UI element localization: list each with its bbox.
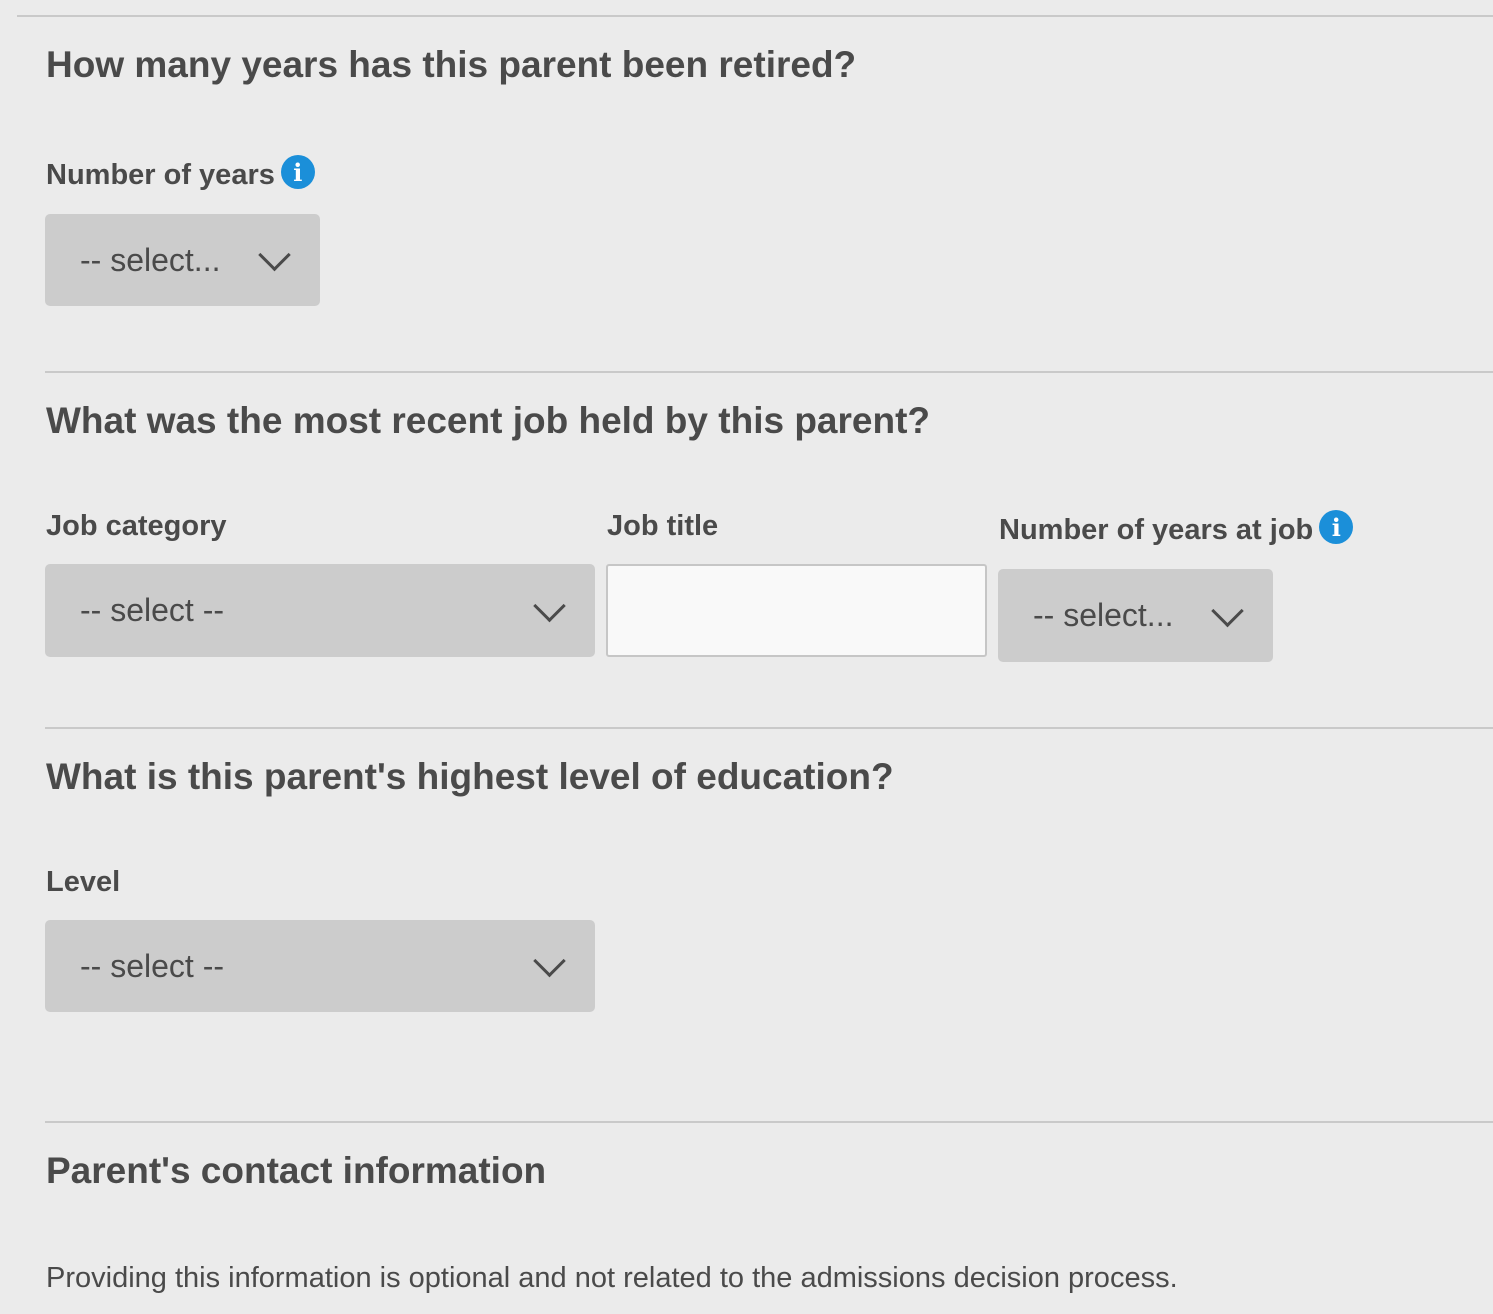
job-title-input[interactable] bbox=[606, 564, 987, 657]
years-at-job-label: Number of years at job bbox=[999, 513, 1314, 546]
recent-job-question: What was the most recent job held by thi… bbox=[46, 400, 931, 441]
education-question: What is this parent's highest level of e… bbox=[46, 756, 894, 797]
years-at-job-label-group: Number of years at job i bbox=[999, 510, 1354, 547]
years-at-job-select[interactable]: -- select... bbox=[998, 569, 1273, 662]
section-divider bbox=[17, 15, 1493, 17]
years-at-job-select-value: -- select... bbox=[1033, 597, 1174, 633]
education-level-select-value: -- select -- bbox=[80, 947, 224, 984]
job-title-label: Job title bbox=[607, 510, 719, 542]
section-divider bbox=[45, 1121, 1493, 1123]
years-retired-label: Number of years bbox=[46, 158, 275, 191]
chevron-down-icon bbox=[1211, 594, 1244, 627]
chevron-down-icon bbox=[533, 944, 566, 978]
parent-info-form: How many years has this parent been reti… bbox=[0, 0, 1493, 1314]
chevron-down-icon bbox=[533, 589, 566, 622]
years-retired-select-value: -- select... bbox=[80, 241, 221, 278]
retired-years-question: How many years has this parent been reti… bbox=[46, 44, 857, 85]
section-divider bbox=[45, 727, 1493, 729]
years-retired-select[interactable]: -- select... bbox=[45, 214, 320, 306]
contact-heading: Parent's contact information bbox=[46, 1150, 547, 1191]
education-level-label: Level bbox=[46, 866, 121, 898]
job-category-select-value: -- select -- bbox=[80, 592, 224, 628]
info-icon[interactable]: i bbox=[1319, 510, 1354, 544]
job-category-select[interactable]: -- select -- bbox=[45, 564, 595, 657]
info-icon[interactable]: i bbox=[280, 155, 315, 189]
section-divider bbox=[45, 371, 1493, 373]
job-category-label: Job category bbox=[46, 510, 227, 542]
years-retired-label-group: Number of years i bbox=[46, 155, 315, 192]
chevron-down-icon bbox=[258, 238, 291, 272]
contact-note: Providing this information is optional a… bbox=[46, 1262, 1178, 1294]
education-level-select[interactable]: -- select -- bbox=[45, 920, 595, 1012]
